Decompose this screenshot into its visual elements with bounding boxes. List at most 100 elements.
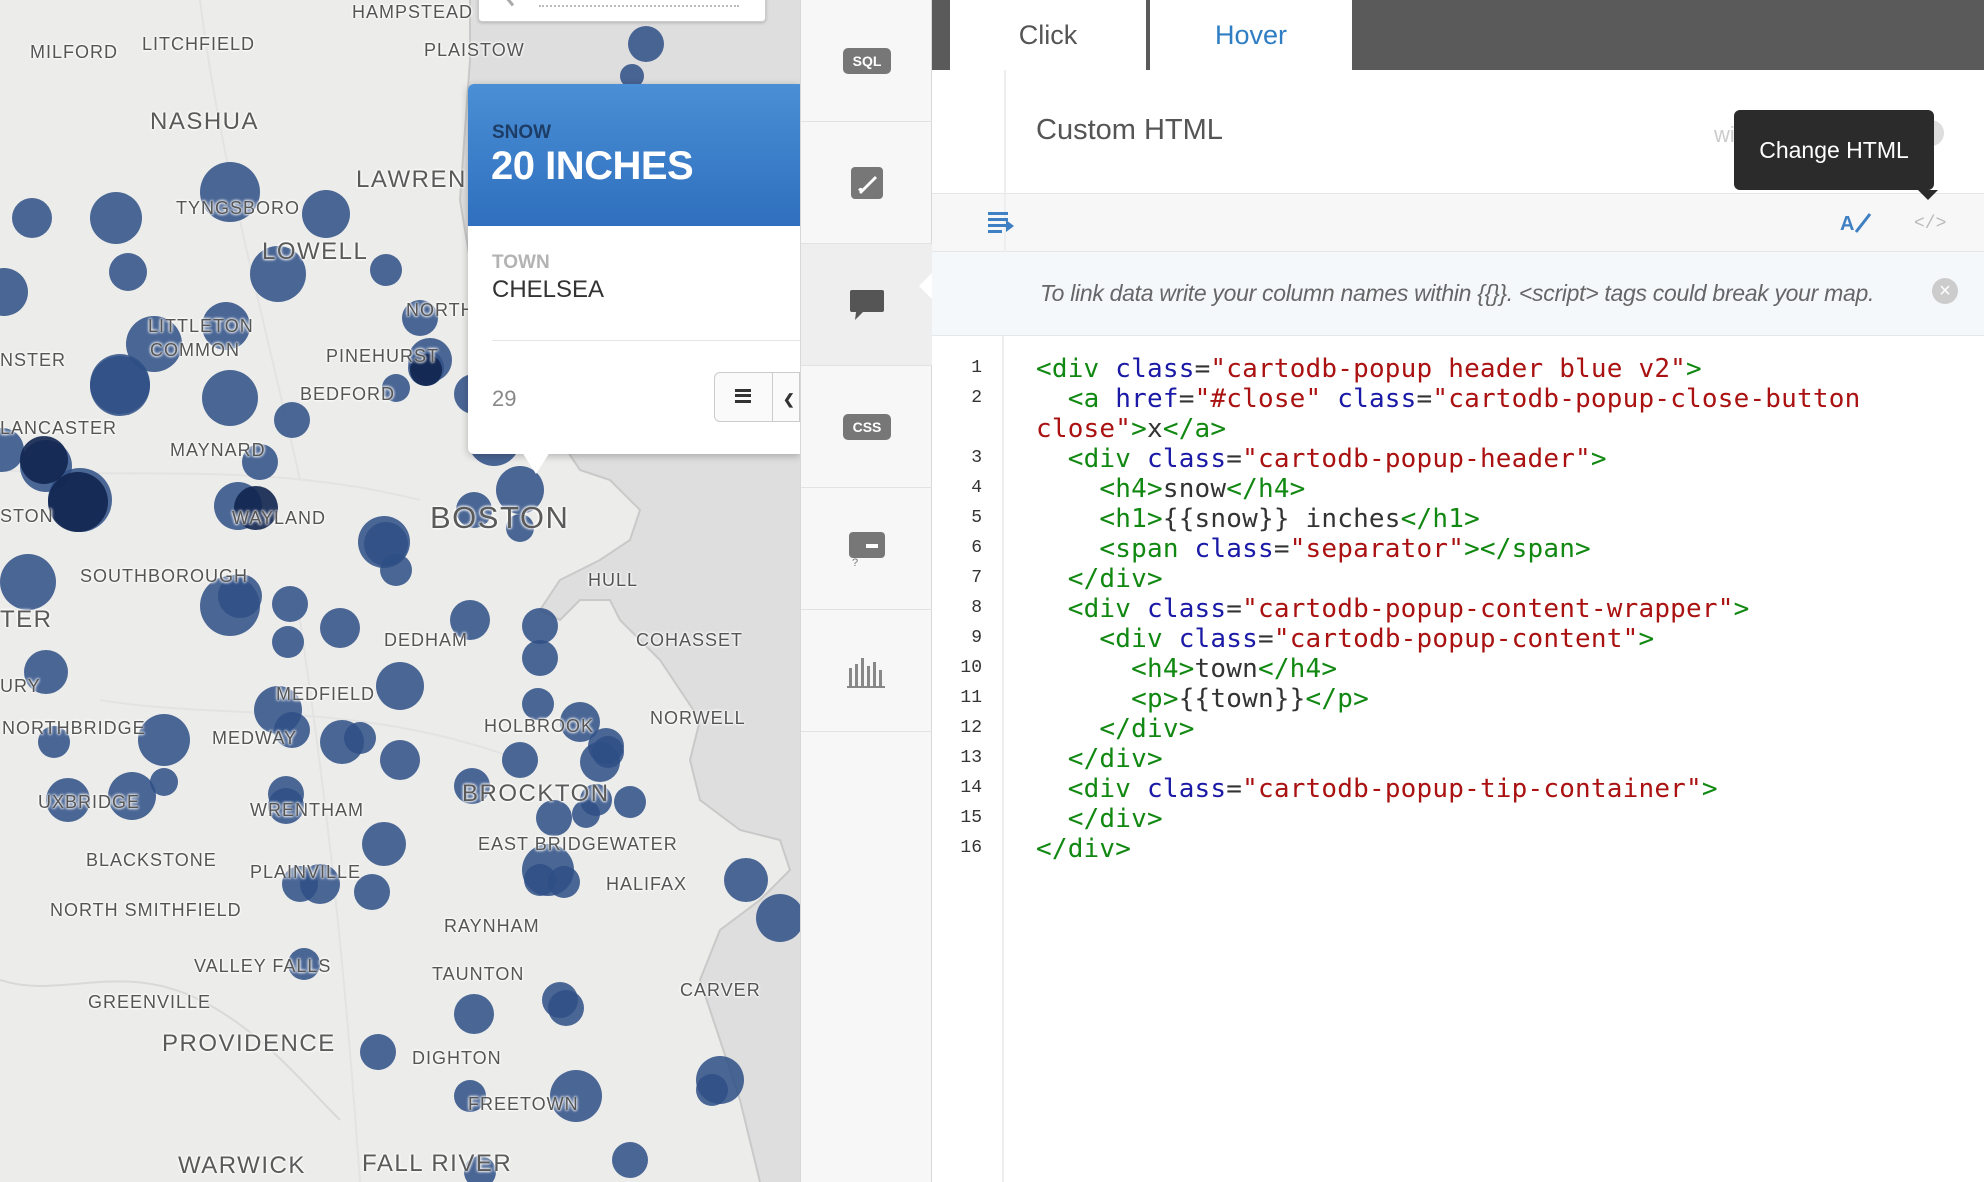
town-label: LITTLETON	[148, 316, 254, 336]
data-point[interactable]	[12, 198, 52, 238]
town-label: CARVER	[680, 980, 761, 1000]
town-label: BROCKTON	[462, 780, 610, 807]
data-point[interactable]	[592, 736, 624, 768]
data-point[interactable]	[360, 1034, 396, 1070]
data-point[interactable]	[364, 522, 408, 566]
code-line: <div class="cartodb-popup-header">	[1036, 444, 1607, 474]
toolbar-legend-button[interactable]: ?	[801, 488, 933, 610]
data-point[interactable]	[320, 608, 360, 648]
data-point[interactable]	[90, 192, 142, 244]
data-point[interactable]	[370, 254, 402, 286]
tab-click[interactable]: Click	[950, 0, 1146, 70]
code-line: <p>{{town}}</p>	[1036, 684, 1369, 714]
code-token: <span	[1099, 534, 1195, 564]
data-point[interactable]	[0, 268, 28, 316]
popup-menu-button[interactable]	[715, 373, 773, 421]
code-token: class	[1178, 624, 1258, 654]
data-point[interactable]	[696, 1074, 728, 1106]
html-code-icon[interactable]: </>	[1912, 208, 1950, 236]
data-point[interactable]	[612, 1142, 648, 1178]
format-code-icon[interactable]	[988, 210, 1016, 234]
toolbar-css-button[interactable]: CSS	[801, 366, 933, 488]
data-point[interactable]	[0, 554, 56, 610]
code-line: </div>	[1036, 714, 1195, 744]
css-icon: CSS	[843, 413, 891, 440]
svg-text:A: A	[1840, 213, 1854, 235]
code-token: class	[1337, 384, 1417, 414]
town-label: HOLBROOK	[484, 716, 595, 736]
code-token: <h4>	[1099, 474, 1163, 504]
search-placeholder	[539, 5, 739, 7]
data-point[interactable]	[380, 740, 420, 780]
data-point[interactable]	[522, 608, 558, 644]
data-point[interactable]	[109, 253, 147, 291]
town-label: NORWELL	[650, 708, 746, 728]
code-token: =	[1226, 594, 1243, 624]
town-label: NORTH	[406, 300, 475, 320]
data-point-dense[interactable]	[20, 436, 68, 484]
code-token: </h4>	[1257, 654, 1338, 684]
line-number: 10	[960, 658, 982, 678]
data-point[interactable]	[272, 626, 304, 658]
data-point[interactable]	[362, 822, 406, 866]
toolbar-chart-button[interactable]	[801, 610, 933, 732]
data-point[interactable]	[320, 720, 364, 764]
town-label: HAMPSTEAD	[352, 2, 474, 22]
line-number: 6	[971, 538, 982, 558]
line-number: 15	[960, 808, 982, 828]
data-point[interactable]	[724, 858, 768, 902]
town-label: NASHUA	[150, 108, 260, 135]
search-icon	[505, 0, 523, 7]
town-label: SOUTHBOROUGH	[80, 566, 249, 586]
data-point[interactable]	[628, 26, 664, 62]
code-token: "#close"	[1194, 384, 1322, 414]
toolbar-wizard-button[interactable]	[801, 122, 933, 244]
code-token: "cartodb-popup-tip-container"	[1242, 774, 1702, 804]
data-point[interactable]	[302, 190, 350, 238]
code-token: "cartodb-popup-header"	[1242, 444, 1591, 474]
code-token: "cartodb-popup-close-button	[1432, 384, 1861, 414]
toolbar-infowindow-button[interactable]	[801, 244, 933, 366]
data-point[interactable]	[502, 742, 538, 778]
town-label: DIGHTON	[412, 1048, 502, 1068]
chart-icon	[847, 657, 885, 688]
town-label: URY	[0, 676, 41, 696]
code-editor[interactable]: 1 2 3 4 5 6 7 8 9 10 11 12 13 14 15 16 <div class="cart…	[932, 336, 1984, 1182]
data-point[interactable]	[272, 586, 308, 622]
data-point[interactable]	[90, 354, 150, 414]
data-point[interactable]	[614, 786, 646, 818]
data-point[interactable]	[376, 662, 424, 710]
data-point-dense[interactable]	[48, 472, 108, 532]
town-label: TAUNTON	[432, 964, 525, 984]
svg-text:CSS: CSS	[853, 419, 882, 435]
map-view[interactable]: HAMPSTEAD MILFORD LITCHFIELD PLAISTOW NASHUA…	[0, 0, 800, 1182]
town-label: EAST BRIDGEWATER	[478, 834, 678, 854]
chevron-left-icon[interactable]: ❮	[783, 391, 795, 408]
data-point[interactable]	[548, 866, 580, 898]
infowindow-icon	[850, 289, 884, 320]
toolbar-sql-button[interactable]: SQL	[801, 0, 933, 122]
tab-hover[interactable]: Hover	[1150, 0, 1352, 70]
svg-text:SQL: SQL	[853, 53, 882, 69]
tabs-bar: Click Hover	[932, 0, 1984, 70]
town-label: BLACKSTONE	[86, 850, 217, 870]
data-point[interactable]	[548, 990, 584, 1026]
svg-text:</>: </>	[1914, 214, 1946, 234]
data-point[interactable]	[522, 640, 558, 676]
town-label: BEDFORD	[300, 384, 396, 404]
data-point[interactable]	[274, 402, 310, 438]
town-label: MEDWAY	[212, 728, 297, 748]
data-point[interactable]	[202, 370, 258, 426]
map-search-box[interactable]	[478, 0, 766, 22]
data-point[interactable]	[454, 994, 494, 1034]
close-icon[interactable]: ×	[1932, 278, 1958, 304]
code-token: <div	[1067, 594, 1147, 624]
popup-controls[interactable]: ❮	[714, 372, 800, 422]
spellcheck-icon[interactable]: A	[1840, 210, 1874, 236]
line-number: 14	[960, 778, 982, 798]
code-token: ></span>	[1464, 534, 1591, 564]
data-point[interactable]	[150, 768, 178, 796]
